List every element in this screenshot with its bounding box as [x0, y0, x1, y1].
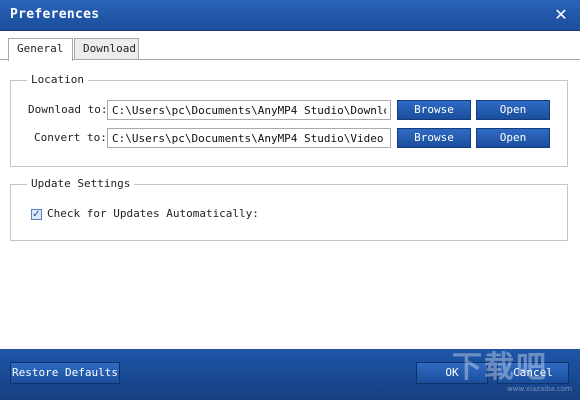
update-settings-legend: Update Settings: [27, 177, 135, 190]
footer-bar: Restore Defaults OK Cancel: [0, 349, 580, 400]
tab-download[interactable]: Download: [74, 38, 139, 59]
download-open-button[interactable]: Open: [476, 100, 550, 120]
convert-browse-button[interactable]: Browse: [397, 128, 471, 148]
ok-button[interactable]: OK: [416, 362, 488, 384]
auto-update-label: Check for Updates Automatically:: [47, 207, 259, 220]
restore-defaults-button[interactable]: Restore Defaults: [10, 362, 120, 384]
location-group: Location Download to: Browse Open Conver…: [10, 73, 568, 167]
convert-path-field[interactable]: [107, 128, 391, 148]
general-panel: Location Download to: Browse Open Conver…: [0, 59, 580, 349]
tab-general[interactable]: General: [8, 38, 73, 61]
download-browse-button[interactable]: Browse: [397, 100, 471, 120]
title-bar: Preferences ✕: [0, 0, 580, 31]
window-title: Preferences: [10, 7, 100, 22]
update-settings-group: Update Settings ✓ Check for Updates Auto…: [10, 177, 568, 241]
download-path-field[interactable]: [107, 100, 391, 120]
convert-open-button[interactable]: Open: [476, 128, 550, 148]
checkmark-icon: ✓: [32, 209, 41, 220]
cancel-button[interactable]: Cancel: [497, 362, 569, 384]
download-to-label: Download to:: [28, 103, 108, 116]
close-icon[interactable]: ✕: [552, 6, 570, 24]
auto-update-checkbox[interactable]: ✓: [31, 209, 42, 220]
convert-to-label: Convert to:: [34, 131, 107, 144]
location-legend: Location: [27, 73, 88, 86]
